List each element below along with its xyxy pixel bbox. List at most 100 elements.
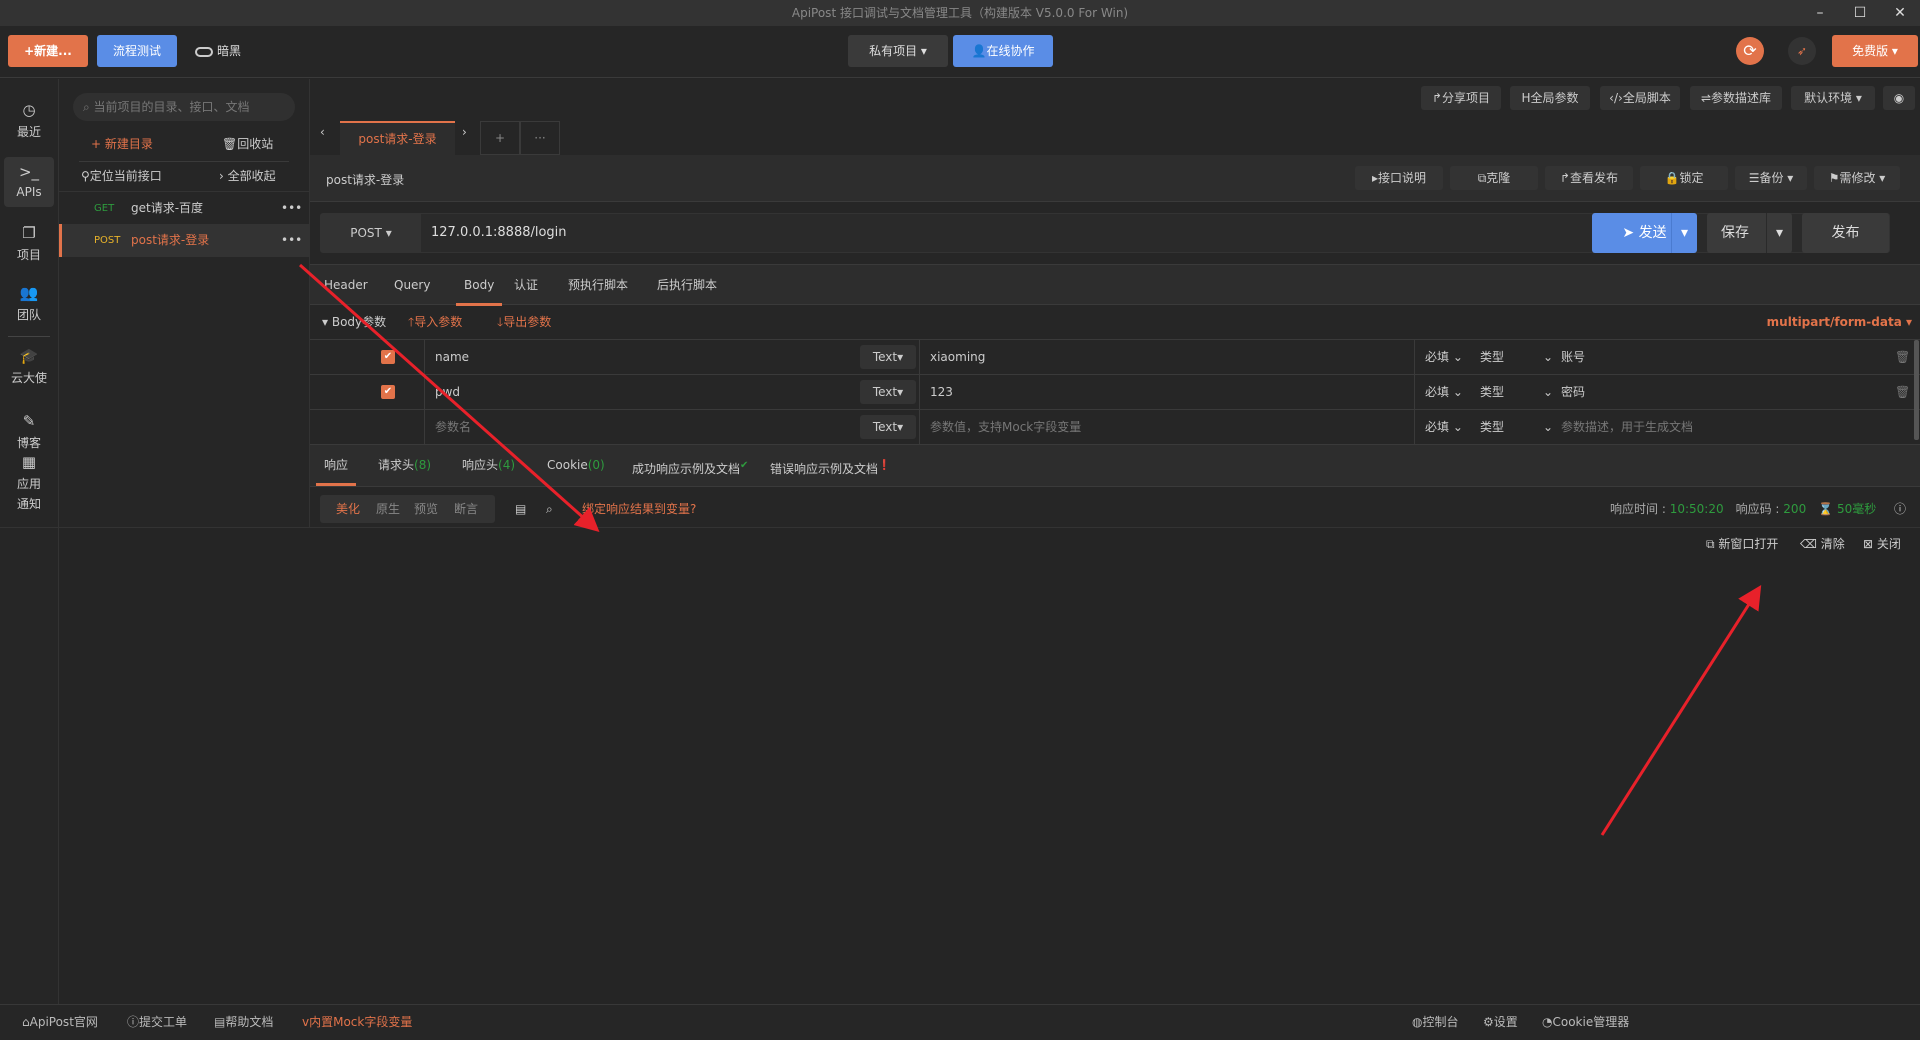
open-new-window-button[interactable]: ⧉ 新窗口打开: [1706, 535, 1778, 552]
value-type-select[interactable]: 类型: [1480, 375, 1504, 410]
dark-mode-toggle[interactable]: 暗黑: [195, 35, 250, 67]
param-key-input[interactable]: 参数名: [435, 410, 471, 445]
maximize-button[interactable]: ☐: [1845, 0, 1875, 26]
eye-icon[interactable]: ◉: [1883, 86, 1915, 110]
tab-response-headers[interactable]: 响应头(4): [462, 445, 515, 486]
param-desc[interactable]: 账号: [1561, 340, 1585, 375]
delete-icon[interactable]: 🗑: [1895, 340, 1910, 375]
row-checkbox[interactable]: ✔: [381, 385, 395, 399]
new-folder-button[interactable]: + 新建目录: [91, 135, 153, 152]
minimize-button[interactable]: –: [1805, 0, 1835, 26]
param-desc[interactable]: 密码: [1561, 375, 1585, 410]
search-icon[interactable]: ⌕: [546, 495, 553, 523]
import-params-button[interactable]: 🡑导入参数: [408, 305, 462, 340]
tab-query[interactable]: Query: [394, 265, 430, 306]
new-button[interactable]: +新建...: [8, 35, 88, 67]
copy-icon[interactable]: ▤: [515, 495, 526, 523]
export-params-button[interactable]: 🡓导出参数: [497, 305, 551, 340]
view-publish-button[interactable]: ↱查看发布: [1545, 166, 1633, 190]
param-desc-input[interactable]: 参数描述，用于生成文档: [1561, 410, 1693, 445]
list-item[interactable]: POST post请求-登录 •••: [59, 224, 310, 257]
backup-button[interactable]: ☰备份 ▾: [1735, 166, 1807, 190]
more-icon[interactable]: •••: [281, 192, 302, 225]
rail-item-apps[interactable]: ▦ 应用: [4, 453, 54, 492]
tab-pre-script[interactable]: 预执行脚本: [568, 265, 628, 306]
more-icon[interactable]: •••: [281, 224, 302, 257]
view-pretty[interactable]: 美化: [336, 495, 360, 523]
tab-error-example[interactable]: 错误响应示例及文档❗: [770, 445, 890, 486]
clone-button[interactable]: ⧉克隆: [1450, 166, 1538, 190]
info-icon[interactable]: ⓘ: [1894, 495, 1906, 523]
tab-header[interactable]: Header: [324, 265, 368, 306]
footer-settings-button[interactable]: ⚙设置: [1483, 1005, 1518, 1039]
list-item[interactable]: GET get请求-百度 •••: [59, 191, 310, 224]
publish-button[interactable]: 发布: [1802, 213, 1889, 253]
footer-cookie-manager-button[interactable]: ◔Cookie管理器: [1542, 1005, 1629, 1039]
tab-cookie[interactable]: Cookie(0): [547, 445, 605, 486]
row-checkbox[interactable]: ✔: [381, 350, 395, 364]
footer-console-button[interactable]: ◍控制台: [1412, 1005, 1459, 1039]
status-button[interactable]: ⚑需修改 ▾: [1814, 166, 1900, 190]
content-type-select[interactable]: multipart/form-data ▾: [1767, 305, 1912, 340]
recycle-button[interactable]: 🗑回收站: [222, 135, 273, 152]
required-select[interactable]: 必填 ⌄: [1425, 375, 1463, 410]
type-select[interactable]: Text▾: [860, 415, 916, 439]
sync-icon[interactable]: ⟳: [1736, 37, 1764, 65]
plan-button[interactable]: 免费版 ▾: [1832, 35, 1918, 67]
param-lib-button[interactable]: ⇌参数描述库: [1690, 86, 1782, 110]
save-button[interactable]: 保存 ▾: [1707, 213, 1792, 253]
value-type-select[interactable]: 类型: [1480, 410, 1504, 445]
required-select[interactable]: 必填 ⌄: [1425, 340, 1463, 375]
rocket-icon[interactable]: ➶: [1788, 37, 1816, 65]
api-doc-button[interactable]: ▸接口说明: [1355, 166, 1443, 190]
footer-website-link[interactable]: ⌂ApiPost官网: [22, 1005, 98, 1039]
required-select[interactable]: 必填 ⌄: [1425, 410, 1463, 445]
rail-item-apis[interactable]: >_ APIs: [4, 157, 54, 207]
tab-success-example[interactable]: 成功响应示例及文档✔: [632, 445, 748, 486]
method-select[interactable]: POST ▾: [321, 214, 421, 252]
rail-item-ambassador[interactable]: 🎓 云大使: [4, 347, 54, 386]
chevron-down-icon[interactable]: ⌄: [1543, 410, 1553, 445]
locate-button[interactable]: ⚲定位当前接口: [81, 167, 162, 184]
collab-button[interactable]: 👤在线协作: [953, 35, 1053, 67]
body-params-toggle[interactable]: ▾ Body参数: [322, 305, 386, 340]
footer-ticket-link[interactable]: ⓘ提交工单: [127, 1005, 187, 1039]
tab-prev-icon[interactable]: ‹: [320, 125, 325, 139]
scrollbar[interactable]: [1914, 340, 1919, 440]
tab-post-script[interactable]: 后执行脚本: [657, 265, 717, 306]
rail-item-blog[interactable]: ✎ 博客: [4, 412, 54, 451]
global-params-button[interactable]: H全局参数: [1510, 86, 1590, 110]
close-panel-button[interactable]: ⊠ 关闭: [1863, 535, 1901, 552]
view-assert[interactable]: 断言: [454, 495, 478, 523]
param-value[interactable]: xiaoming: [930, 340, 985, 375]
param-key[interactable]: name: [435, 340, 469, 375]
bind-variable-link[interactable]: 绑定响应结果到变量?: [582, 495, 696, 523]
type-select[interactable]: Text▾: [860, 345, 916, 369]
footer-mock-link[interactable]: v内置Mock字段变量: [302, 1005, 412, 1039]
delete-icon[interactable]: 🗑: [1895, 375, 1910, 410]
tab-request-headers[interactable]: 请求头(8): [378, 445, 431, 486]
env-select[interactable]: 默认环境 ▾: [1791, 86, 1875, 110]
chevron-down-icon[interactable]: ⌄: [1543, 375, 1553, 410]
tab-next-icon[interactable]: ›: [462, 125, 467, 139]
global-script-button[interactable]: ‹/›全局脚本: [1600, 86, 1680, 110]
send-button[interactable]: ➤ 发送 ▾: [1592, 213, 1697, 253]
tab-response[interactable]: 响应: [316, 445, 357, 486]
param-value[interactable]: 123: [930, 375, 953, 410]
close-window-button[interactable]: ✕: [1885, 0, 1915, 26]
tab-body[interactable]: Body: [456, 265, 503, 306]
rail-item-team[interactable]: 👥 团队: [4, 284, 54, 323]
type-select[interactable]: Text▾: [860, 380, 916, 404]
flow-test-button[interactable]: 流程测试: [97, 35, 177, 67]
share-project-button[interactable]: ↱分享项目: [1421, 86, 1501, 110]
rail-item-notify[interactable]: 通知: [4, 495, 54, 512]
tab-auth[interactable]: 认证: [514, 265, 538, 306]
tab-more-button[interactable]: ···: [520, 121, 560, 155]
tab-active[interactable]: post请求-登录: [340, 121, 455, 155]
collapse-all-button[interactable]: › 全部收起: [219, 167, 276, 184]
rail-item-recent[interactable]: ◷ 最近: [4, 101, 54, 140]
search-input[interactable]: ⌕ 当前项目的目录、接口、文档: [73, 93, 295, 121]
url-input[interactable]: 127.0.0.1:8888/login: [421, 214, 1581, 252]
footer-help-link[interactable]: ▤帮助文档: [214, 1005, 273, 1039]
param-value-input[interactable]: 参数值，支持Mock字段变量: [930, 410, 1081, 445]
